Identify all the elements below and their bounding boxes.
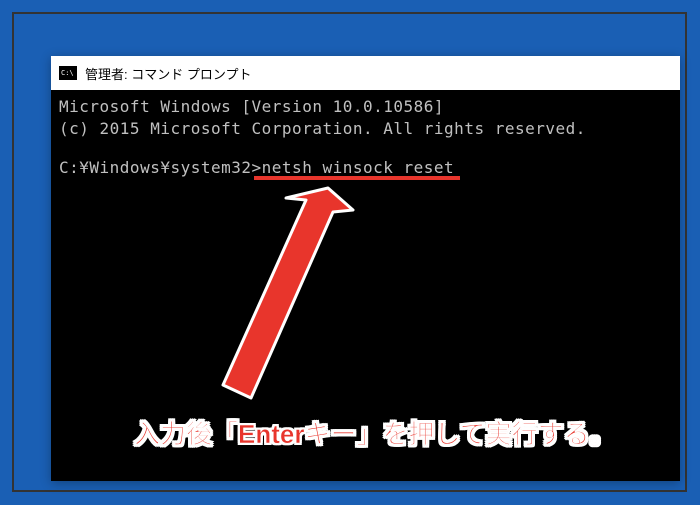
annotation-arrow: [181, 180, 361, 410]
cmd-icon: C:\: [59, 66, 77, 80]
window-title: 管理者: コマンド プロンプト: [85, 64, 251, 83]
annotation-underline: [254, 176, 460, 180]
cmd-icon-text: C:\: [61, 70, 74, 77]
terminal-line-copyright: (c) 2015 Microsoft Corporation. All righ…: [59, 118, 672, 140]
terminal-prompt: C:¥Windows¥system32>: [59, 158, 262, 177]
terminal-body[interactable]: Microsoft Windows [Version 10.0.10586] (…: [51, 90, 680, 185]
annotation-text: 入力後「Enterキー」を押して実行する。: [134, 414, 616, 451]
terminal-command: netsh winsock reset: [262, 158, 455, 177]
screenshot-frame: C:\ 管理者: コマンド プロンプト Microsoft Windows [V…: [12, 12, 687, 492]
titlebar[interactable]: C:\ 管理者: コマンド プロンプト: [51, 56, 680, 90]
terminal-line-version: Microsoft Windows [Version 10.0.10586]: [59, 96, 672, 118]
